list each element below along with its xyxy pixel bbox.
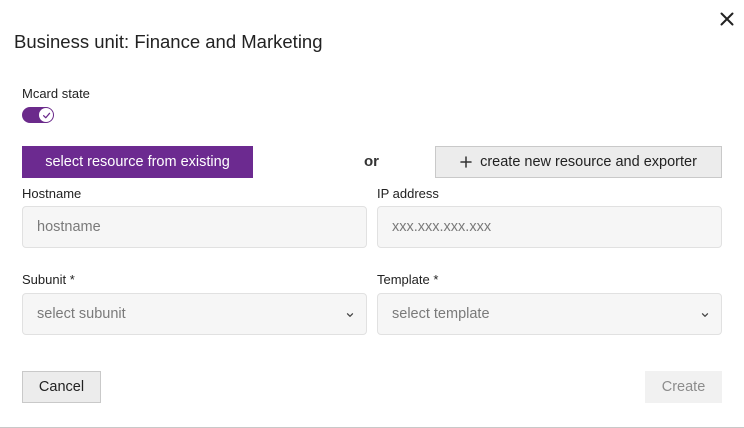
subunit-selected-value: select subunit: [37, 306, 126, 322]
toggle-knob: [39, 108, 53, 122]
close-icon: [720, 12, 734, 26]
hostname-label: Hostname: [22, 186, 82, 201]
chevron-down-icon: [344, 309, 356, 321]
cancel-button[interactable]: Cancel: [22, 371, 101, 403]
mcard-state-toggle[interactable]: [22, 107, 54, 123]
business-unit-dialog: Business unit: Finance and Marketing Mca…: [0, 0, 744, 428]
template-select[interactable]: select template: [377, 293, 722, 335]
template-selected-value: select template: [392, 306, 490, 322]
check-icon: [42, 112, 50, 118]
mcard-state-label: Mcard state: [22, 86, 90, 101]
hostname-input[interactable]: [22, 206, 367, 248]
template-label: Template *: [377, 272, 439, 287]
close-button[interactable]: [716, 8, 738, 30]
or-separator: or: [364, 153, 379, 170]
create-button[interactable]: Create: [645, 371, 722, 403]
subunit-label: Subunit *: [22, 272, 75, 287]
plus-icon: [460, 156, 472, 168]
ip-address-input[interactable]: [377, 206, 722, 248]
create-new-resource-label: create new resource and exporter: [480, 154, 697, 170]
create-new-resource-button[interactable]: create new resource and exporter: [435, 146, 722, 178]
subunit-select[interactable]: select subunit: [22, 293, 367, 335]
dialog-title: Business unit: Finance and Marketing: [14, 31, 323, 52]
select-resource-from-existing-button[interactable]: select resource from existing: [22, 146, 253, 178]
ip-address-label: IP address: [377, 186, 439, 201]
chevron-down-icon: [699, 309, 711, 321]
